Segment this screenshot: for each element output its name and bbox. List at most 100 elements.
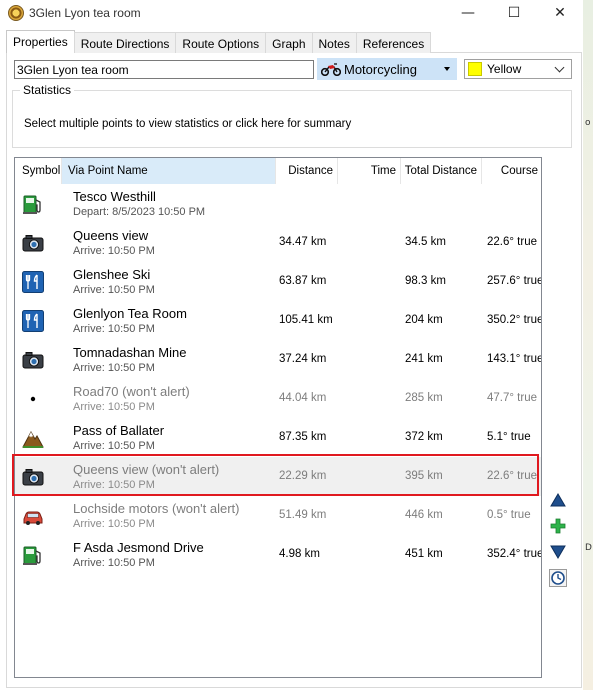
- via-point-name: Queens view: [73, 228, 149, 243]
- move-down-button[interactable]: [548, 542, 568, 562]
- table-row[interactable]: Glenshee Ski Arrive: 10:50 PM 63.87 km 98.3…: [15, 262, 541, 301]
- vehicle-label: Motorcycling: [344, 61, 417, 77]
- via-point-name: Lochside motors (won't alert): [73, 501, 240, 516]
- table-row[interactable]: Lochside motors (won't alert) Arrive: 10:…: [15, 496, 541, 535]
- camera-icon: [22, 232, 44, 254]
- via-point-arrival: Arrive: 10:50 PM: [73, 284, 155, 296]
- via-point-course: 22.6° true: [487, 470, 537, 482]
- via-point-arrival: Arrive: 10:50 PM: [73, 440, 155, 452]
- tab-references[interactable]: References: [355, 32, 432, 53]
- via-point-name: F Asda Jesmond Drive: [73, 540, 204, 555]
- via-point-name: Tomnadashan Mine: [73, 345, 187, 360]
- maximize-button[interactable]: ☐: [491, 0, 537, 26]
- chevron-down-icon: [554, 62, 565, 72]
- via-point-arrival: Arrive: 10:50 PM: [73, 323, 155, 335]
- via-point-total-distance: 98.3 km: [405, 275, 446, 287]
- restaurant-icon: [22, 271, 44, 293]
- via-point-total-distance: 451 km: [405, 548, 443, 560]
- mountain-icon: [22, 427, 44, 449]
- column-header-symbol[interactable]: Symbol: [15, 158, 62, 184]
- table-row[interactable]: Road70 (won't alert) Arrive: 10:50 PM 44.0…: [15, 379, 541, 418]
- via-point-distance: 4.98 km: [279, 548, 320, 560]
- via-point-arrival: Arrive: 10:50 PM: [73, 479, 155, 491]
- via-point-course: 5.1° true: [487, 431, 531, 443]
- via-point-arrival: Arrive: 10:50 PM: [73, 245, 155, 257]
- dot-icon: [22, 388, 44, 410]
- tab-strip: Properties Route Directions Route Option…: [6, 30, 432, 53]
- table-row[interactable]: Tomnadashan Mine Arrive: 10:50 PM 37.24 km…: [15, 340, 541, 379]
- motorcycle-icon: [320, 62, 342, 77]
- color-label: Yellow: [487, 62, 522, 76]
- tab-notes[interactable]: Notes: [311, 32, 357, 53]
- vehicle-select[interactable]: Motorcycling: [317, 58, 457, 80]
- via-point-arrival: Arrive: 10:50 PM: [73, 557, 155, 569]
- route-name-input[interactable]: [14, 60, 314, 79]
- via-point-name: Glenshee Ski: [73, 267, 151, 282]
- via-point-name: Glenlyon Tea Room: [73, 306, 187, 321]
- via-point-course: 257.6° true: [487, 275, 542, 287]
- via-point-total-distance: 204 km: [405, 314, 443, 326]
- via-point-course: 350.2° true: [487, 314, 542, 326]
- via-point-total-distance: 285 km: [405, 392, 443, 404]
- clock-icon: [549, 569, 567, 587]
- via-point-name: Tesco Westhill: [73, 189, 156, 204]
- via-point-course: 0.5° true: [487, 509, 531, 521]
- via-point-distance: 51.49 km: [279, 509, 327, 521]
- via-point-total-distance: 241 km: [405, 353, 443, 365]
- statistics-legend: Statistics: [20, 83, 75, 97]
- car-icon: [22, 505, 44, 527]
- via-point-arrival: Depart: 8/5/2023 10:50 PM: [73, 206, 206, 218]
- column-header-total-distance[interactable]: Total Distance: [401, 158, 482, 184]
- triangle-up-icon: [550, 493, 566, 507]
- statistics-summary-link[interactable]: Select multiple points to view statistic…: [24, 118, 351, 130]
- via-point-name: Road70 (won't alert): [73, 384, 190, 399]
- route-settings-row: Motorcycling Yellow: [14, 58, 572, 80]
- column-header-via-point-name[interactable]: Via Point Name: [62, 158, 276, 184]
- via-point-name: Queens view (won't alert): [73, 462, 220, 477]
- column-header-distance[interactable]: Distance: [276, 158, 338, 184]
- camera-icon: [22, 349, 44, 371]
- column-header-course[interactable]: Course: [482, 158, 541, 184]
- table-row[interactable]: Glenlyon Tea Room Arrive: 10:50 PM 105.41 …: [15, 301, 541, 340]
- via-point-course: 143.1° true: [487, 353, 542, 365]
- table-row[interactable]: Queens view Arrive: 10:50 PM 34.47 km 34.5 …: [15, 223, 541, 262]
- via-point-arrival: Arrive: 10:50 PM: [73, 518, 155, 530]
- tab-graph[interactable]: Graph: [265, 32, 313, 53]
- table-row[interactable]: F Asda Jesmond Drive Arrive: 10:50 PM 4.98…: [15, 535, 541, 574]
- via-point-total-distance: 395 km: [405, 470, 443, 482]
- restaurant-icon: [22, 310, 44, 332]
- via-point-distance: 63.87 km: [279, 275, 327, 287]
- tab-route-directions[interactable]: Route Directions: [73, 32, 177, 53]
- title-bar[interactable]: 3Glen Lyon tea room — ☐ ✕: [0, 0, 583, 26]
- triangle-down-icon: [550, 545, 566, 559]
- app-icon: [8, 5, 24, 21]
- table-row[interactable]: Tesco Westhill Depart: 8/5/2023 10:50 PM: [15, 184, 541, 223]
- via-point-distance: 37.24 km: [279, 353, 327, 365]
- table-row[interactable]: Pass of Ballater Arrive: 10:50 PM 87.35 km…: [15, 418, 541, 457]
- fuel-icon: [22, 544, 44, 566]
- move-up-button[interactable]: [548, 490, 568, 510]
- route-color-select[interactable]: Yellow: [464, 59, 572, 79]
- list-header: Symbol Via Point Name Distance Time Tota…: [15, 158, 541, 184]
- via-point-total-distance: 372 km: [405, 431, 443, 443]
- close-button[interactable]: ✕: [537, 0, 583, 26]
- via-point-arrival: Arrive: 10:50 PM: [73, 362, 155, 374]
- via-point-distance: 44.04 km: [279, 392, 327, 404]
- tab-properties[interactable]: Properties: [6, 30, 75, 53]
- column-header-time[interactable]: Time: [338, 158, 401, 184]
- table-row[interactable]: Queens view (won't alert) Arrive: 10:50 P…: [15, 457, 541, 496]
- via-point-total-distance: 34.5 km: [405, 236, 446, 248]
- via-points-list[interactable]: Symbol Via Point Name Distance Time Tota…: [14, 157, 542, 678]
- minimize-button[interactable]: —: [445, 0, 491, 26]
- via-point-course: 352.4° true: [487, 548, 542, 560]
- tab-route-options[interactable]: Route Options: [175, 32, 267, 53]
- via-point-course: 47.7° true: [487, 392, 537, 404]
- via-point-distance: 22.29 km: [279, 470, 327, 482]
- map-background[interactable]: o D: [583, 0, 593, 690]
- via-point-course: 22.6° true: [487, 236, 537, 248]
- timing-button[interactable]: [548, 568, 568, 588]
- plus-icon: [550, 518, 566, 534]
- add-button[interactable]: [548, 516, 568, 536]
- statistics-group: Statistics Select multiple points to vie…: [12, 83, 572, 148]
- dropdown-arrow-icon: [444, 67, 450, 71]
